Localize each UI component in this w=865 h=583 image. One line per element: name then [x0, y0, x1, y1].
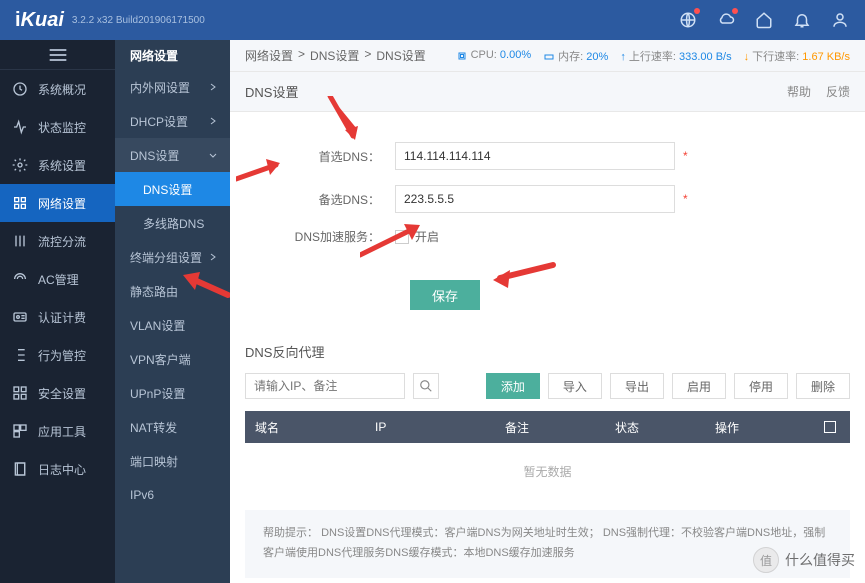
delete-button[interactable]: 删除 — [796, 373, 850, 399]
sidebar-label: 流控分流 — [38, 233, 86, 250]
help-box: 帮助提示： DNS设置DNS代理模式：客户端DNS为网关地址时生效； DNS强制… — [245, 510, 850, 578]
section-title: DNS设置 — [245, 82, 298, 101]
sidebar-item-logs[interactable]: 日志中心 — [0, 450, 115, 488]
breadcrumb-3: DNS设置 — [376, 47, 425, 64]
cpu-stat: CPU: 0.00% — [456, 49, 532, 61]
col-domain: 域名 — [245, 419, 365, 436]
cloud-icon[interactable] — [716, 10, 736, 30]
sidebar-item-overview[interactable]: 系统概况 — [0, 70, 115, 108]
help-link[interactable]: 帮助 — [787, 83, 811, 100]
sidebar-label: 安全设置 — [38, 385, 86, 402]
globe-icon[interactable] — [678, 10, 698, 30]
mem-stat: 内存: 20% — [543, 48, 608, 64]
sidebar2-title: 网络设置 — [115, 40, 230, 70]
save-button[interactable]: 保存 — [410, 280, 480, 310]
breadcrumb-1[interactable]: 网络设置 — [245, 47, 293, 64]
collapse-toggle[interactable] — [0, 40, 115, 70]
disable-button[interactable]: 停用 — [734, 373, 788, 399]
accel-enable-text: 开启 — [415, 228, 439, 245]
sb2-static-route[interactable]: 静态路由 — [115, 274, 230, 308]
sb2-upnp[interactable]: UPnP设置 — [115, 376, 230, 410]
sidebar-item-ac[interactable]: AC管理 — [0, 260, 115, 298]
col-status: 状态 — [605, 419, 705, 436]
primary-dns-input[interactable] — [395, 142, 675, 170]
brand-logo: iKuai — [15, 9, 64, 32]
sb2-dhcp[interactable]: DHCP设置 — [115, 104, 230, 138]
sidebar-label: 状态监控 — [38, 119, 86, 136]
sidebar-item-security[interactable]: 安全设置 — [0, 374, 115, 412]
sidebar-item-network[interactable]: 网络设置 — [0, 184, 115, 222]
sidebar-label: 认证计费 — [38, 309, 86, 326]
app-header: iKuai 3.2.2 x32 Build201906171500 — [0, 0, 865, 40]
sb2-nat[interactable]: NAT转发 — [115, 410, 230, 444]
col-action: 操作 — [705, 419, 810, 436]
sidebar-item-system[interactable]: 系统设置 — [0, 146, 115, 184]
sidebar-item-apps[interactable]: 应用工具 — [0, 412, 115, 450]
accel-label: DNS加速服务： — [245, 228, 395, 245]
version-text: 3.2.2 x32 Build201906171500 — [72, 15, 205, 26]
sidebar-item-flow[interactable]: 流控分流 — [0, 222, 115, 260]
content-area: 网络设置 > DNS设置 > DNS设置 CPU: 0.00% 内存: 20% … — [230, 40, 865, 583]
sb2-port-mapping[interactable]: 端口映射 — [115, 444, 230, 478]
upload-stat: ↑ 上行速率: 333.00 B/s — [620, 48, 731, 64]
sidebar-label: AC管理 — [38, 271, 79, 288]
col-checkbox[interactable] — [810, 421, 850, 433]
sidebar-label: 系统概况 — [38, 81, 86, 98]
no-data-text: 暂无数据 — [245, 443, 850, 500]
col-ip: IP — [365, 420, 495, 434]
reverse-proxy-title: DNS反向代理 — [230, 330, 865, 373]
bell-icon[interactable] — [792, 10, 812, 30]
sb2-wan-lan[interactable]: 内外网设置 — [115, 70, 230, 104]
export-button[interactable]: 导出 — [610, 373, 664, 399]
header-icon-group — [678, 10, 850, 30]
feedback-link[interactable]: 反馈 — [826, 83, 850, 100]
rp-search-input[interactable] — [245, 373, 405, 399]
import-button[interactable]: 导入 — [548, 373, 602, 399]
secondary-sidebar: 网络设置 内外网设置 DHCP设置 DNS设置 DNS设置 多线路DNS 终端分… — [115, 40, 230, 583]
sidebar-label: 应用工具 — [38, 423, 86, 440]
sidebar-label: 系统设置 — [38, 157, 86, 174]
sb2-dns-settings[interactable]: DNS设置 — [115, 172, 230, 206]
reverse-proxy-toolbar: 添加 导入 导出 启用 停用 删除 — [230, 373, 865, 411]
sb2-vpn[interactable]: VPN客户端 — [115, 342, 230, 376]
dns-form: 首选DNS： * 备选DNS： * DNS加速服务： 开启 保存 — [230, 112, 865, 330]
sidebar-item-monitor[interactable]: 状态监控 — [0, 108, 115, 146]
secondary-dns-label: 备选DNS： — [245, 191, 395, 208]
enable-button[interactable]: 启用 — [672, 373, 726, 399]
required-marker: * — [683, 192, 688, 206]
home-icon[interactable] — [754, 10, 774, 30]
sb2-vlan[interactable]: VLAN设置 — [115, 308, 230, 342]
secondary-dns-input[interactable] — [395, 185, 675, 213]
section-title-bar: DNS设置 帮助 反馈 — [230, 72, 865, 112]
primary-dns-label: 首选DNS： — [245, 148, 395, 165]
primary-sidebar: 系统概况 状态监控 系统设置 网络设置 流控分流 AC管理 认证计费 行为管控 … — [0, 40, 115, 583]
breadcrumb-2[interactable]: DNS设置 — [310, 47, 359, 64]
sidebar-label: 日志中心 — [38, 461, 86, 478]
sidebar-item-behavior[interactable]: 行为管控 — [0, 336, 115, 374]
user-icon[interactable] — [830, 10, 850, 30]
search-icon[interactable] — [413, 373, 439, 399]
download-stat: ↓ 下行速率: 1.67 KB/s — [744, 48, 850, 64]
sidebar-item-auth[interactable]: 认证计费 — [0, 298, 115, 336]
col-remark: 备注 — [495, 419, 605, 436]
add-button[interactable]: 添加 — [486, 373, 540, 399]
sb2-ipv6[interactable]: IPv6 — [115, 478, 230, 512]
sb2-multi-dns[interactable]: 多线路DNS — [115, 206, 230, 240]
breadcrumb-bar: 网络设置 > DNS设置 > DNS设置 CPU: 0.00% 内存: 20% … — [230, 40, 865, 72]
sb2-terminal-group[interactable]: 终端分组设置 — [115, 240, 230, 274]
table-header: 域名 IP 备注 状态 操作 — [245, 411, 850, 443]
accel-checkbox[interactable] — [395, 230, 409, 244]
sidebar-label: 行为管控 — [38, 347, 86, 364]
required-marker: * — [683, 149, 688, 163]
sidebar-label: 网络设置 — [38, 195, 86, 212]
sb2-dns[interactable]: DNS设置 — [115, 138, 230, 172]
